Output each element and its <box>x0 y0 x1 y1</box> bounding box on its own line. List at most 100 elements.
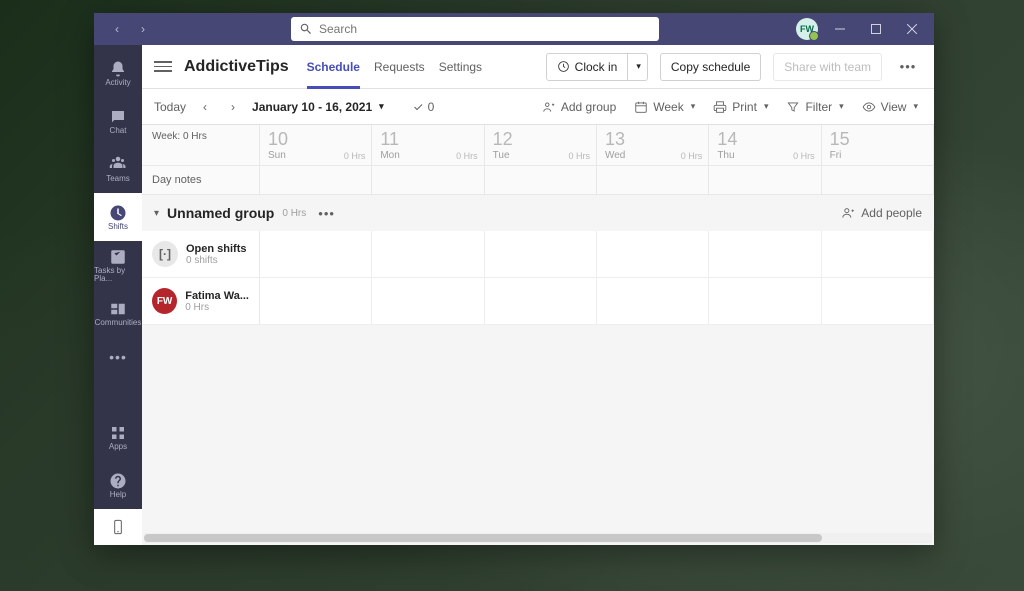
clock-in-split-button: Clock in ▾ <box>546 53 648 81</box>
shift-cell[interactable] <box>485 278 597 324</box>
user-avatar[interactable]: FW <box>796 18 818 40</box>
sidebar-item-label: Apps <box>109 443 127 451</box>
chevron-down-icon: ▾ <box>379 101 384 112</box>
day-header-fri[interactable]: 15Fri <box>822 125 934 165</box>
print-button[interactable]: Print▾ <box>709 100 772 114</box>
group-more-button[interactable]: ••• <box>318 206 335 221</box>
share-with-team-button: Share with team <box>773 53 882 81</box>
sidebar-item-communities[interactable]: Communities <box>94 289 142 337</box>
minimize-button[interactable] <box>826 15 854 43</box>
chevron-down-icon: ▾ <box>764 101 769 112</box>
open-shifts-title: Open shifts <box>186 243 247 255</box>
hamburger-button[interactable] <box>154 58 172 76</box>
header-tabs: Schedule Requests Settings <box>307 45 482 89</box>
sidebar-more-button[interactable]: ••• <box>94 337 142 377</box>
horizontal-scrollbar[interactable] <box>144 533 932 543</box>
date-range-picker[interactable]: January 10 - 16, 2021 ▾ <box>252 100 384 114</box>
check-icon <box>412 101 424 113</box>
shift-cell[interactable] <box>709 231 821 277</box>
shift-cell[interactable] <box>709 278 821 324</box>
filter-icon <box>786 100 800 114</box>
clock-in-dropdown[interactable]: ▾ <box>628 53 648 81</box>
tab-settings[interactable]: Settings <box>439 45 482 89</box>
sidebar-item-teams[interactable]: Teams <box>94 145 142 193</box>
open-shifts-header[interactable]: [·] Open shifts 0 shifts <box>142 231 260 277</box>
shift-cell[interactable] <box>822 231 934 277</box>
sidebar-item-shifts[interactable]: Shifts <box>94 193 142 241</box>
sidebar-item-label: Tasks by Pla... <box>94 267 142 283</box>
day-notes-row: Day notes <box>142 166 934 195</box>
sidebar-item-label: Activity <box>105 79 130 87</box>
schedule-grid: Week: 0 Hrs 10Sun0 Hrs 11Mon0 Hrs 12Tue0… <box>142 125 934 533</box>
schedule-toolbar: Today ‹ › January 10 - 16, 2021 ▾ 0 Add … <box>142 89 934 125</box>
print-icon <box>713 100 727 114</box>
titlebar: ‹ › FW <box>94 13 934 45</box>
group-collapse-toggle[interactable]: ▾ <box>154 208 159 219</box>
search-box[interactable] <box>291 17 659 41</box>
notes-cell[interactable] <box>372 166 484 194</box>
shift-cell[interactable] <box>822 278 934 324</box>
person-add-icon <box>841 206 855 220</box>
notes-cell[interactable] <box>485 166 597 194</box>
back-button[interactable]: ‹ <box>106 18 128 40</box>
shift-cell[interactable] <box>597 278 709 324</box>
day-header-tue[interactable]: 12Tue0 Hrs <box>485 125 597 165</box>
sidebar-item-chat[interactable]: Chat <box>94 97 142 145</box>
scrollbar-thumb[interactable] <box>144 534 822 542</box>
filter-button[interactable]: Filter▾ <box>782 100 847 114</box>
notes-cell[interactable] <box>709 166 821 194</box>
shift-cell[interactable] <box>260 231 372 277</box>
teams-icon <box>109 156 127 174</box>
copy-schedule-button[interactable]: Copy schedule <box>660 53 761 81</box>
week-view-button[interactable]: Week▾ <box>630 100 699 114</box>
day-header-sun[interactable]: 10Sun0 Hrs <box>260 125 372 165</box>
tab-schedule[interactable]: Schedule <box>307 45 360 89</box>
sidebar-item-help[interactable]: Help <box>94 461 142 509</box>
help-icon <box>109 472 127 490</box>
search-input[interactable] <box>319 22 651 36</box>
notes-cell[interactable] <box>597 166 709 194</box>
header-more-button[interactable]: ••• <box>894 53 922 81</box>
clock-in-button[interactable]: Clock in <box>546 53 629 81</box>
add-people-button[interactable]: Add people <box>841 206 922 220</box>
sidebar-item-label: Teams <box>106 175 130 183</box>
notes-cell[interactable] <box>822 166 934 194</box>
eye-icon <box>862 100 876 114</box>
app-window: ‹ › FW Activity Chat <box>94 13 934 545</box>
user-row-name: Fatima Wa... <box>185 290 249 302</box>
chevron-down-icon: ▾ <box>913 101 918 112</box>
day-header-thu[interactable]: 14Thu0 Hrs <box>709 125 821 165</box>
next-week-button[interactable]: › <box>224 98 242 116</box>
sidebar-mobile-button[interactable] <box>94 509 142 545</box>
shift-cell[interactable] <box>372 278 484 324</box>
shift-cell[interactable] <box>597 231 709 277</box>
sidebar-item-label: Chat <box>110 127 127 135</box>
day-header-wed[interactable]: 13Wed0 Hrs <box>597 125 709 165</box>
close-button[interactable] <box>898 15 926 43</box>
user-row-header[interactable]: FW Fatima Wa... 0 Hrs <box>142 278 260 324</box>
maximize-button[interactable] <box>862 15 890 43</box>
filter-count[interactable]: 0 <box>412 100 435 114</box>
sidebar-item-tasks[interactable]: Tasks by Pla... <box>94 241 142 289</box>
sidebar-item-activity[interactable]: Activity <box>94 49 142 97</box>
shift-cell[interactable] <box>485 231 597 277</box>
sidebar-item-apps[interactable]: Apps <box>94 413 142 461</box>
clock-icon <box>557 60 570 73</box>
sidebar-item-label: Communities <box>95 319 142 327</box>
shift-cell[interactable] <box>260 278 372 324</box>
forward-button[interactable]: › <box>132 18 154 40</box>
group-header: ▾ Unnamed group 0 Hrs ••• Add people <box>142 195 934 231</box>
today-button[interactable]: Today <box>154 100 186 114</box>
prev-week-button[interactable]: ‹ <box>196 98 214 116</box>
page-header: AddictiveTips Schedule Requests Settings… <box>142 45 934 89</box>
add-group-button[interactable]: Add group <box>538 100 620 114</box>
day-header-mon[interactable]: 11Mon0 Hrs <box>372 125 484 165</box>
shift-cell[interactable] <box>372 231 484 277</box>
notes-cell[interactable] <box>260 166 372 194</box>
view-button[interactable]: View▾ <box>858 100 922 114</box>
bell-icon <box>109 60 127 78</box>
tab-requests[interactable]: Requests <box>374 45 425 89</box>
sidebar-item-label: Shifts <box>108 223 128 231</box>
nav-arrows: ‹ › <box>106 18 154 40</box>
tasks-icon <box>109 248 127 266</box>
